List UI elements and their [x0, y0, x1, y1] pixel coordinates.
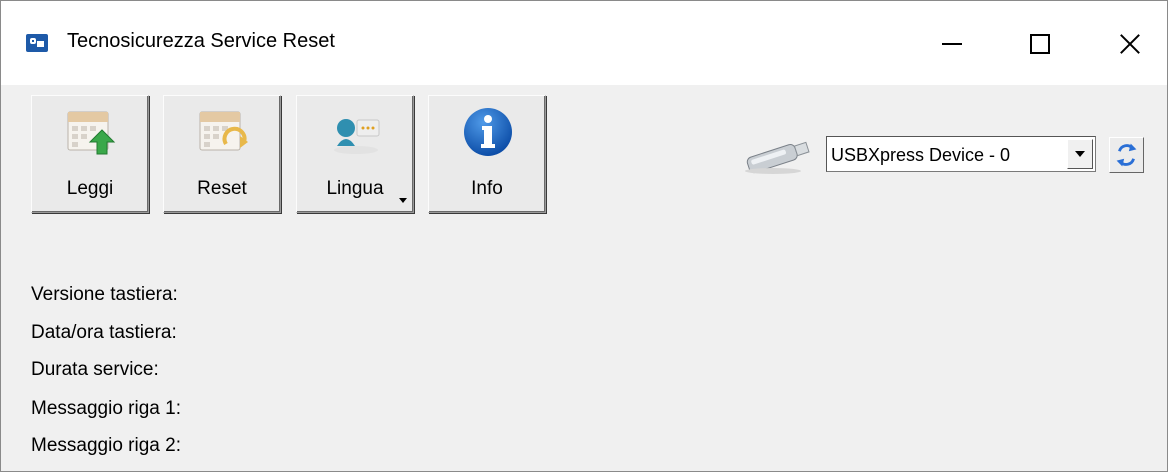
- minimize-button[interactable]: [923, 19, 981, 69]
- refresh-icon: [1116, 143, 1137, 167]
- versione-tastiera-label: Versione tastiera:: [31, 284, 178, 305]
- language-speech-icon: [334, 119, 380, 154]
- durata-service-label: Durata service:: [31, 359, 159, 380]
- lingua-label: Lingua: [326, 178, 384, 199]
- device-select[interactable]: USBXpress Device - 0: [826, 136, 1096, 172]
- close-icon: [1119, 33, 1141, 55]
- usb-drive-icon: [745, 141, 810, 174]
- info-button[interactable]: Info: [428, 95, 546, 213]
- info-icon: [464, 108, 512, 156]
- refresh-button[interactable]: [1109, 137, 1144, 173]
- chevron-down-icon[interactable]: [1067, 139, 1093, 169]
- device-select-value: USBXpress Device - 0: [831, 145, 1011, 165]
- maximize-icon: [1030, 34, 1050, 54]
- leggi-label: Leggi: [66, 178, 114, 199]
- lingua-button[interactable]: Lingua: [296, 95, 414, 213]
- reset-label: Reset: [197, 178, 247, 199]
- maximize-button[interactable]: [1011, 19, 1069, 69]
- reset-button[interactable]: Reset: [163, 95, 281, 213]
- messaggio-riga-2-label: Messaggio riga 2:: [31, 435, 181, 456]
- close-button[interactable]: [1101, 19, 1159, 69]
- dropdown-arrow-icon[interactable]: [399, 198, 407, 203]
- leggi-button[interactable]: Leggi: [31, 95, 149, 213]
- calendar-upload-icon: [67, 111, 116, 155]
- app-logo-icon: [26, 34, 48, 52]
- minimize-icon: [942, 43, 962, 45]
- window-title: Tecnosicurezza Service Reset: [67, 30, 335, 52]
- app-window: Tecnosicurezza Service Reset Leggi Reset…: [0, 0, 1168, 472]
- title-bar: Tecnosicurezza Service Reset: [1, 1, 1167, 85]
- messaggio-riga-1-label: Messaggio riga 1:: [31, 398, 181, 419]
- info-label: Info: [471, 178, 503, 199]
- data-ora-tastiera-label: Data/ora tastiera:: [31, 322, 177, 343]
- calendar-refresh-icon: [199, 111, 248, 151]
